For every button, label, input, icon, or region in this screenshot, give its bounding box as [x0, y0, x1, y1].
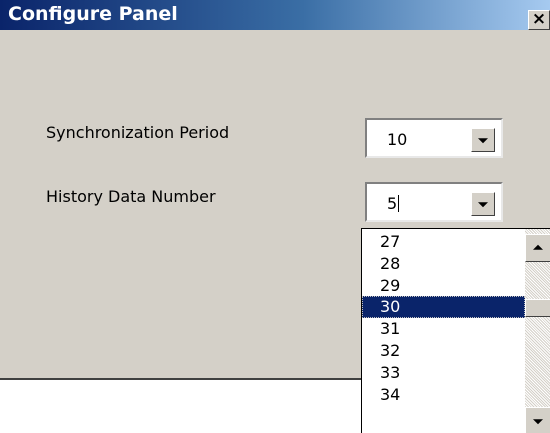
title-bar[interactable]: Configure Panel × — [0, 0, 550, 30]
window-title: Configure Panel — [8, 3, 178, 25]
scroll-down-button[interactable] — [525, 407, 550, 433]
dropdown-option[interactable]: 33 — [362, 362, 525, 384]
close-button[interactable]: × — [528, 10, 550, 30]
history-value-text: 5 — [387, 194, 398, 213]
dropdown-option[interactable]: 29 — [362, 275, 525, 297]
close-icon: × — [531, 9, 547, 29]
history-data-number-combobox[interactable]: 5 — [365, 182, 503, 222]
history-data-number-input[interactable]: 5 — [387, 194, 400, 213]
history-data-number-label: History Data Number — [46, 187, 216, 206]
arrow-down-icon — [533, 418, 543, 424]
sync-period-value: 10 — [387, 130, 408, 149]
dropdown-options: 27 28 29 30 31 32 33 34 — [362, 231, 525, 405]
history-dropdown-list: 27 28 29 30 31 32 33 34 — [361, 228, 550, 433]
dropdown-option[interactable]: 27 — [362, 231, 525, 253]
dropdown-scrollbar[interactable] — [525, 229, 550, 433]
text-caret — [398, 195, 400, 212]
chevron-down-icon — [478, 138, 488, 144]
dropdown-option[interactable]: 31 — [362, 318, 525, 340]
history-dropdown-button[interactable] — [471, 192, 495, 216]
chevron-down-icon — [478, 202, 488, 208]
dropdown-option[interactable]: 32 — [362, 340, 525, 362]
sync-period-dropdown-button[interactable] — [471, 128, 495, 152]
dropdown-option[interactable]: 28 — [362, 253, 525, 275]
scroll-thumb[interactable] — [525, 299, 550, 317]
sync-period-label: Synchronization Period — [46, 123, 230, 142]
sync-period-combobox[interactable]: 10 — [365, 118, 503, 158]
dropdown-option[interactable]: 34 — [362, 384, 525, 406]
dropdown-option[interactable]: 30 — [362, 296, 525, 319]
arrow-up-icon — [533, 244, 543, 250]
scroll-up-button[interactable] — [525, 234, 550, 262]
